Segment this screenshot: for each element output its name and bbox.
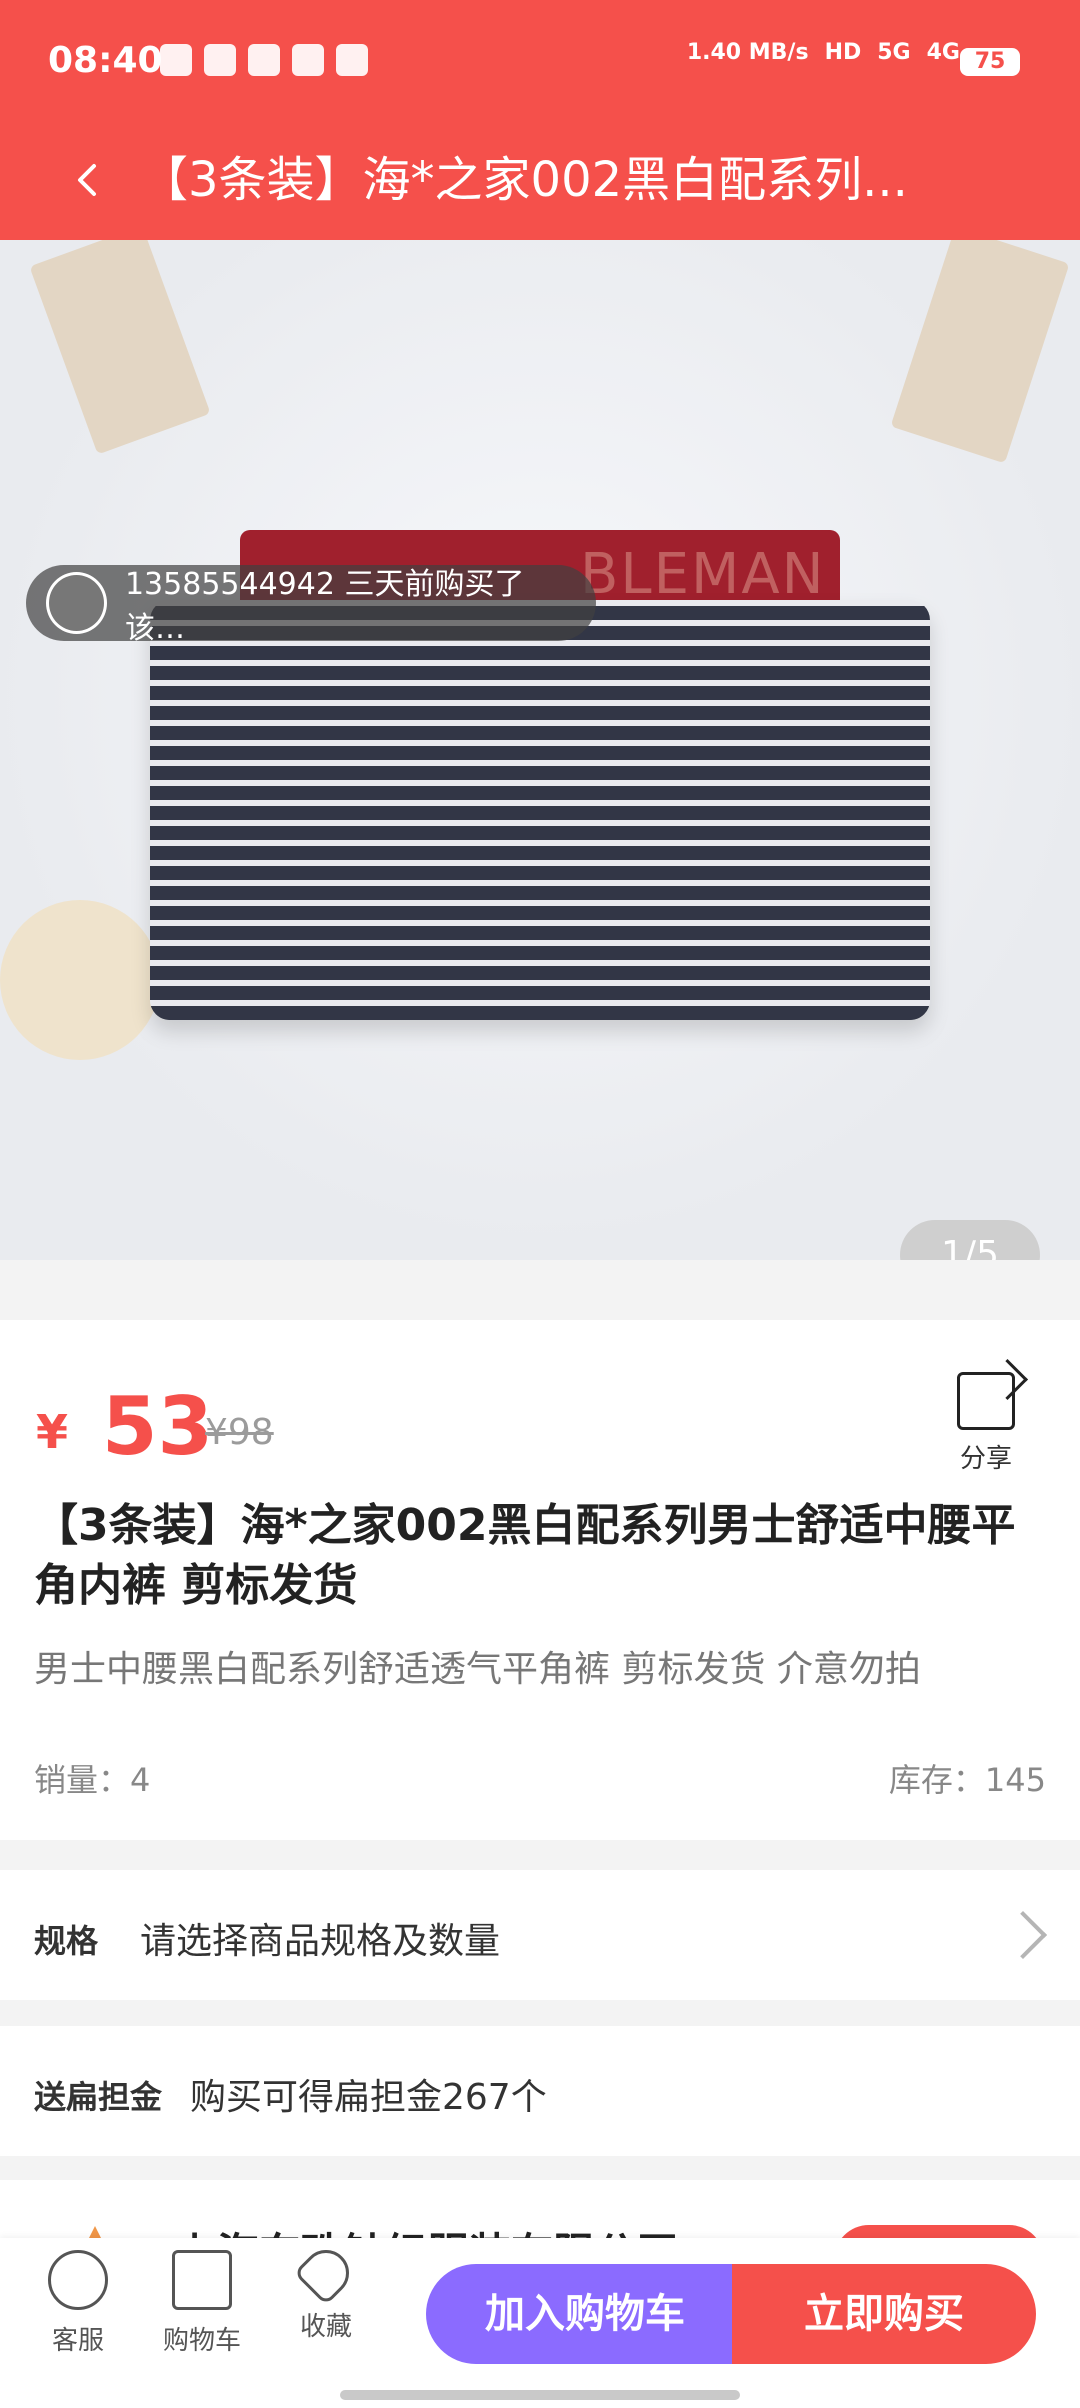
price-currency: ¥ [36, 1405, 69, 1460]
status-bar: 08:40 1.40 MB/s HD 5G 4G 75 [0, 0, 1080, 120]
status-app-icons [160, 44, 368, 76]
share-label: 分享 [959, 1444, 1012, 1474]
buy-now-button[interactable]: 立即购买 [732, 2264, 1036, 2364]
app-icon-3 [248, 44, 280, 76]
guarantee-row: 送扁担金 购买可得扁担金267个 [0, 2026, 1080, 2156]
purchase-notice-text: 13585544942 三天前购买了该… [124, 567, 525, 646]
heart-icon [293, 2240, 359, 2306]
spec-value: 请选择商品规格及数量 [140, 1921, 501, 1962]
decor-flower [0, 900, 160, 1060]
status-time: 08:40 [48, 40, 163, 81]
battery-indicator: 75 [960, 48, 1020, 76]
guarantee-label: 送扁担金 [34, 2078, 163, 2116]
nav-favorite[interactable]: 收藏 [266, 2240, 386, 2343]
network-speed: 1.40 MB/s [686, 40, 809, 65]
sales-count: 销量：4 [34, 1761, 151, 1799]
app-icon-2 [204, 44, 236, 76]
avatar [46, 572, 107, 634]
chevron-right-icon [998, 1910, 1048, 1960]
old-price: ¥98 [205, 1412, 274, 1453]
app-icon-5 [336, 44, 368, 76]
product-hero[interactable]: BLEMAN 13585544942 三天前购买了该… 1/5 [0, 240, 1080, 1260]
nav-cart-label: 购物车 [162, 2326, 241, 2356]
price-value: 53 [101, 1380, 214, 1473]
back-button[interactable] [48, 140, 128, 220]
status-indicators: 1.40 MB/s HD 5G 4G [687, 40, 960, 65]
nav-service[interactable]: 客服 [18, 2250, 138, 2357]
share-icon [957, 1372, 1015, 1430]
stock-count: 库存：145 [888, 1761, 1046, 1799]
guarantee-value: 购买可得扁担金267个 [190, 2077, 547, 2118]
nav-cart[interactable]: 购物车 [142, 2250, 262, 2357]
nav-service-label: 客服 [51, 2326, 104, 2356]
app-icon-1 [160, 44, 192, 76]
spec-label: 规格 [34, 1922, 99, 1960]
product-subtitle: 男士中腰黑白配系列舒适透气平角裤 剪标发货 介意勿拍 [34, 1649, 921, 1690]
product-info-card: ¥ 53 ¥98 分享 【3条装】海*之家002黑白配系列男士舒适中腰平角内裤 … [0, 1320, 1080, 1840]
signal-5g: 5G [877, 40, 911, 65]
gesture-bar [340, 2390, 740, 2400]
add-to-cart-button[interactable]: 加入购物车 [426, 2264, 744, 2364]
bottom-action-bar: 客服 购物车 收藏 加入购物车 立即购买 [0, 2238, 1080, 2408]
back-icon [78, 164, 96, 196]
nav-favorite-label: 收藏 [299, 2312, 352, 2342]
spec-row[interactable]: 规格 请选择商品规格及数量 [0, 1870, 1080, 2000]
hd-label: HD [824, 40, 862, 65]
title-bar: 【3条装】海*之家002黑白配系列... [0, 120, 1080, 240]
purchase-notice: 13585544942 三天前购买了该… [26, 565, 596, 646]
product-title: 【3条装】海*之家002黑白配系列男士舒适中腰平角内裤 剪标发货 [34, 1500, 1016, 1611]
headset-icon [48, 2250, 108, 2310]
image-counter: 1/5 [900, 1220, 1040, 1260]
cart-icon [172, 2250, 232, 2310]
app-icon-4 [292, 44, 324, 76]
signal-4g: 4G [926, 40, 960, 65]
top-header: 08:40 1.40 MB/s HD 5G 4G 75 【3条装】海*之家002… [0, 0, 1080, 240]
price: ¥ 53 [36, 1380, 213, 1473]
share-button[interactable]: 分享 [946, 1372, 1026, 1475]
product-leg-left [150, 840, 480, 1020]
page-title: 【3条装】海*之家002黑白配系列... [140, 152, 908, 208]
product-leg-right [600, 840, 930, 1020]
